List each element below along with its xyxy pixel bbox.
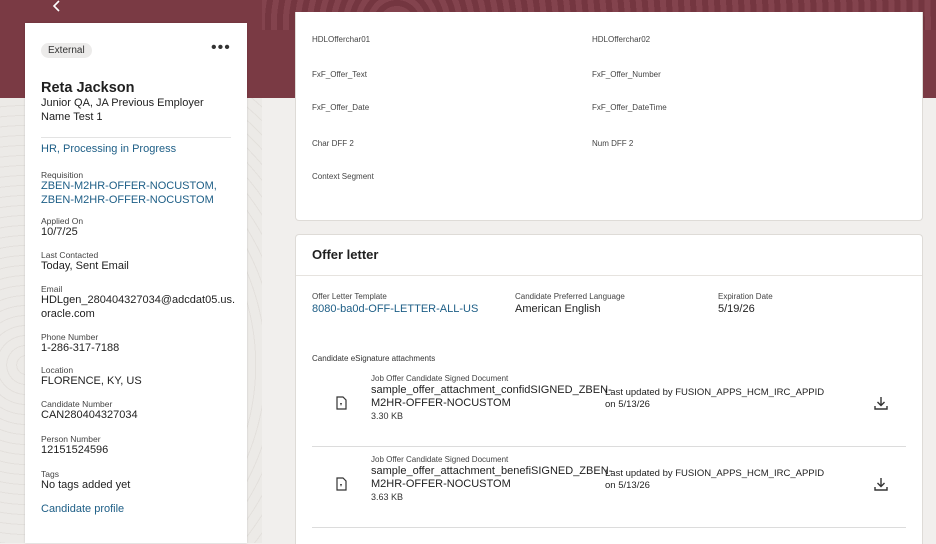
attachment-name: sample_offer_attachment_benefiSIGNED_ZBE…: [371, 465, 613, 490]
attachment-updated: Last updated by FUSION_APPS_HCM_IRC_APPI…: [605, 468, 825, 491]
field-value: No tags added yet: [41, 479, 131, 491]
candidate-profile-link[interactable]: Candidate profile: [41, 503, 124, 515]
more-horizontal-icon[interactable]: •••: [211, 40, 231, 56]
email-field: Email HDLgen_280404327034@adcdat05.us.or…: [41, 284, 236, 321]
candidate-number-field: Candidate Number CAN280404327034: [41, 399, 236, 423]
field-label: Person Number: [41, 434, 101, 444]
document-icon: [336, 396, 347, 410]
dff-label: HDLOfferchar02: [592, 35, 651, 44]
dff-label: FxF_Offer_Text: [312, 70, 367, 79]
requisition-field: Requisition ZBEN-M2HR-OFFER-NOCUSTOM, ZB…: [41, 170, 236, 207]
candidate-type-badge: External: [41, 43, 92, 58]
section-title: Offer letter: [312, 247, 379, 262]
field-value: 10/7/25: [41, 226, 78, 238]
location-field: Location FLORENCE, KY, US: [41, 365, 236, 389]
applied-on-field: Applied On 10/7/25: [41, 216, 236, 240]
offer-letter-template-link[interactable]: 8080-ba0d-OFF-LETTER-ALL-US: [312, 302, 478, 316]
download-icon[interactable]: [873, 395, 889, 411]
dff-label: FxF_Offer_Date: [312, 103, 370, 112]
offer-details-panel: HDLOfferchar01 HDLOfferchar02 FxF_Offer_…: [295, 12, 923, 221]
field-value: CAN280404327034: [41, 409, 138, 421]
field-value: FLORENCE, KY, US: [41, 375, 142, 387]
divider: [41, 137, 231, 138]
dff-label: FxF_Offer_DateTime: [592, 103, 667, 112]
dff-label: Context Segment: [312, 172, 374, 181]
download-icon[interactable]: [873, 476, 889, 492]
attachment-size: 3.63 KB: [371, 492, 404, 502]
dff-label: HDLOfferchar01: [312, 35, 371, 44]
requisition-link[interactable]: ZBEN-M2HR-OFFER-NOCUSTOM, ZBEN-M2HR-OFFE…: [41, 180, 236, 207]
field-value: American English: [515, 303, 601, 315]
field-label: Candidate Preferred Language: [515, 292, 625, 301]
tags-field: Tags No tags added yet: [41, 469, 236, 493]
attachment-size: 3.30 KB: [371, 411, 404, 421]
dff-label: FxF_Offer_Number: [592, 70, 661, 79]
field-value: HDLgen_280404327034@adcdat05.us.oracle.c…: [41, 294, 236, 320]
field-label: Expiration Date: [718, 292, 773, 301]
field-value: 5/19/26: [718, 303, 755, 315]
person-number-field: Person Number 12151524596: [41, 434, 236, 458]
dff-label: Num DFF 2: [592, 139, 634, 148]
field-label: Requisition: [41, 170, 84, 180]
candidate-subtitle: Junior QA, JA Previous Employer Name Tes…: [41, 97, 204, 123]
attachments-header: Candidate eSignature attachments: [312, 354, 436, 363]
divider: [296, 275, 922, 276]
attachment-row: Job Offer Candidate Signed Document samp…: [312, 366, 906, 447]
field-label: Offer Letter Template: [312, 292, 387, 301]
attachment-type: Job Offer Candidate Signed Document: [371, 374, 509, 383]
candidate-card: External ••• Reta Jackson Junior QA, JA …: [25, 23, 247, 543]
offer-letter-panel: Offer letter Offer Letter Template 8080-…: [295, 234, 923, 544]
attachment-row: Job Offer Candidate Signed Document samp…: [312, 447, 906, 528]
expiration-date-field: Expiration Date 5/19/26: [718, 292, 773, 316]
document-icon: [336, 477, 347, 491]
chevron-left-icon[interactable]: [52, 0, 68, 14]
field-label: Applied On: [41, 216, 84, 226]
field-label: Email: [41, 284, 63, 294]
last-contacted-field: Last Contacted Today, Sent Email: [41, 250, 236, 274]
attachment-name: sample_offer_attachment_confidSIGNED_ZBE…: [371, 384, 612, 409]
field-label: Phone Number: [41, 332, 99, 342]
application-status-link[interactable]: HR, Processing in Progress: [41, 143, 176, 155]
phone-field: Phone Number 1-286-317-7188: [41, 332, 236, 356]
offer-letter-template-field: Offer Letter Template 8080-ba0d-OFF-LETT…: [312, 292, 478, 316]
dff-label: Char DFF 2: [312, 139, 354, 148]
field-label: Candidate Number: [41, 399, 113, 409]
field-label: Location: [41, 365, 74, 375]
field-label: Tags: [41, 469, 59, 479]
field-value: Today, Sent Email: [41, 260, 129, 272]
field-label: Last Contacted: [41, 250, 99, 260]
field-value: 12151524596: [41, 444, 109, 456]
candidate-name: Reta Jackson: [41, 80, 135, 96]
attachment-updated: Last updated by FUSION_APPS_HCM_IRC_APPI…: [605, 387, 825, 410]
attachment-type: Job Offer Candidate Signed Document: [371, 455, 509, 464]
field-value: 1-286-317-7188: [41, 342, 120, 354]
preferred-language-field: Candidate Preferred Language American En…: [515, 292, 625, 316]
